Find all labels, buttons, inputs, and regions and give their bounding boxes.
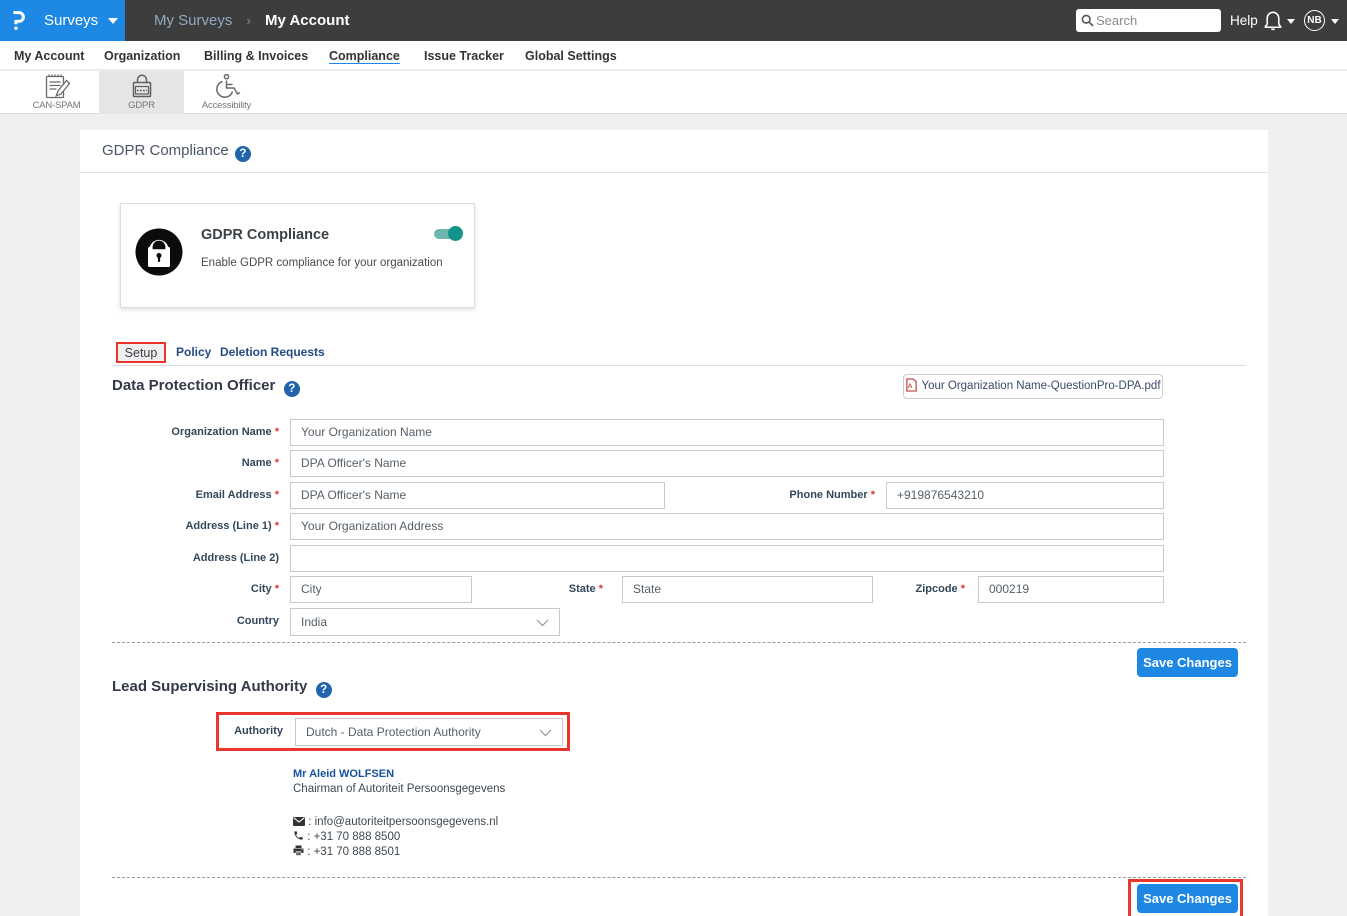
svg-text:A: A	[908, 383, 913, 390]
